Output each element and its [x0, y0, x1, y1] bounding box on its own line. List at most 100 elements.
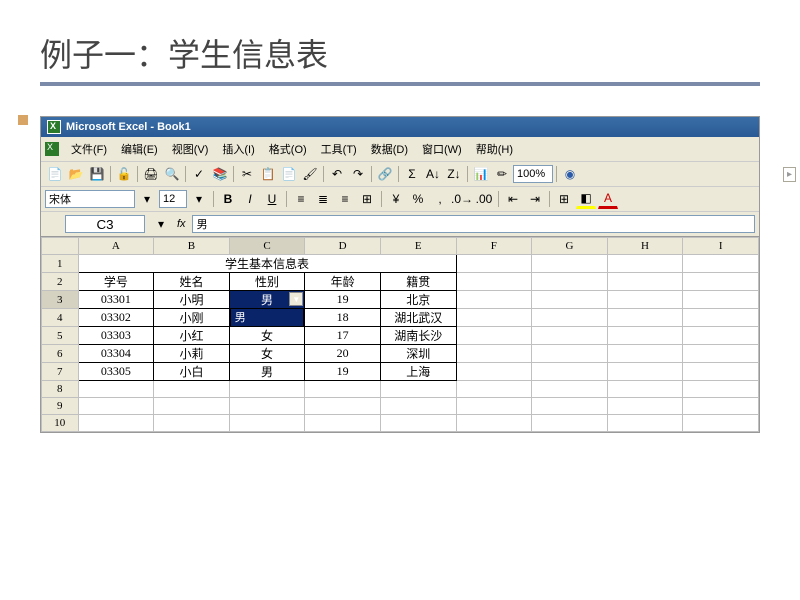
header-id[interactable]: 学号: [78, 273, 154, 291]
cell[interactable]: [154, 398, 230, 415]
cell-a3[interactable]: 03301: [78, 291, 154, 309]
col-header-a[interactable]: A: [78, 238, 154, 255]
fill-color-button[interactable]: ◧: [576, 189, 596, 209]
cell[interactable]: [532, 415, 608, 432]
cell[interactable]: [607, 255, 683, 273]
cell[interactable]: [532, 291, 608, 309]
increase-decimal-button[interactable]: .0→: [452, 189, 472, 209]
print-button[interactable]: 🖨: [141, 164, 161, 184]
zoom-input[interactable]: [513, 165, 553, 183]
menu-insert[interactable]: 插入(I): [216, 139, 260, 159]
cell-b5[interactable]: 小红: [154, 327, 230, 345]
format-painter-button[interactable]: 🖌: [300, 164, 320, 184]
cell[interactable]: [380, 381, 456, 398]
cell[interactable]: [607, 327, 683, 345]
permission-button[interactable]: 🔓: [114, 164, 134, 184]
cell[interactable]: [683, 345, 759, 363]
col-header-e[interactable]: E: [380, 238, 456, 255]
cell[interactable]: [683, 255, 759, 273]
currency-button[interactable]: ¥: [386, 189, 406, 209]
cell[interactable]: [456, 291, 532, 309]
cell[interactable]: [305, 381, 381, 398]
autosum-button[interactable]: Σ: [402, 164, 422, 184]
col-header-b[interactable]: B: [154, 238, 230, 255]
cell-c3-selected[interactable]: 男 ▼: [229, 291, 305, 309]
cell[interactable]: [683, 291, 759, 309]
cell-c6[interactable]: 女: [229, 345, 305, 363]
font-size-dropdown-icon[interactable]: ▾: [189, 189, 209, 209]
cell-d3[interactable]: 19: [305, 291, 381, 309]
research-button[interactable]: 📚: [210, 164, 230, 184]
align-right-button[interactable]: ≡: [335, 189, 355, 209]
chart-button[interactable]: 📊: [471, 164, 491, 184]
font-name-input[interactable]: [45, 190, 135, 208]
cell[interactable]: [154, 415, 230, 432]
menu-format[interactable]: 格式(O): [263, 139, 313, 159]
cut-button[interactable]: ✂: [237, 164, 257, 184]
cell[interactable]: [305, 398, 381, 415]
row-header-7[interactable]: 7: [42, 363, 79, 381]
cell[interactable]: [607, 345, 683, 363]
cell[interactable]: [456, 273, 532, 291]
cell[interactable]: [456, 327, 532, 345]
cell[interactable]: [532, 309, 608, 327]
header-origin[interactable]: 籍贯: [380, 273, 456, 291]
validation-dropdown-arrow-icon[interactable]: ▼: [289, 292, 303, 306]
cell[interactable]: [607, 309, 683, 327]
cell[interactable]: [229, 398, 305, 415]
table-title-cell[interactable]: 学生基本信息表: [78, 255, 456, 273]
undo-button[interactable]: ↶: [327, 164, 347, 184]
cell-e4[interactable]: 湖北武汉: [380, 309, 456, 327]
cell[interactable]: [532, 398, 608, 415]
dropdown-option-male[interactable]: 男: [231, 309, 304, 325]
cell[interactable]: [456, 381, 532, 398]
cell-d4[interactable]: 18: [305, 309, 381, 327]
save-button[interactable]: 💾: [87, 164, 107, 184]
hyperlink-button[interactable]: 🔗: [375, 164, 395, 184]
cell-a7[interactable]: 03305: [78, 363, 154, 381]
menu-window[interactable]: 窗口(W): [416, 139, 468, 159]
cell[interactable]: [607, 398, 683, 415]
cell[interactable]: [456, 255, 532, 273]
open-button[interactable]: 📂: [66, 164, 86, 184]
menu-help[interactable]: 帮助(H): [470, 139, 519, 159]
cell-e5[interactable]: 湖南长沙: [380, 327, 456, 345]
redo-button[interactable]: ↷: [348, 164, 368, 184]
cell[interactable]: [683, 273, 759, 291]
menu-view[interactable]: 视图(V): [166, 139, 215, 159]
cell[interactable]: [456, 415, 532, 432]
sort-desc-button[interactable]: Z↓: [444, 164, 464, 184]
cell-b3[interactable]: 小明: [154, 291, 230, 309]
cell-c7[interactable]: 男: [229, 363, 305, 381]
comma-button[interactable]: ,: [430, 189, 450, 209]
cell-a6[interactable]: 03304: [78, 345, 154, 363]
cell-b4[interactable]: 小刚: [154, 309, 230, 327]
cell[interactable]: [78, 398, 154, 415]
font-size-input[interactable]: [159, 190, 187, 208]
cell[interactable]: [683, 398, 759, 415]
cell[interactable]: [456, 309, 532, 327]
cell[interactable]: [683, 363, 759, 381]
cell-e3[interactable]: 北京: [380, 291, 456, 309]
font-color-button[interactable]: A: [598, 189, 618, 209]
cell-a4[interactable]: 03302: [78, 309, 154, 327]
cell[interactable]: [683, 415, 759, 432]
row-header-2[interactable]: 2: [42, 273, 79, 291]
cell[interactable]: [229, 381, 305, 398]
row-header-5[interactable]: 5: [42, 327, 79, 345]
col-header-g[interactable]: G: [532, 238, 608, 255]
cell[interactable]: [456, 398, 532, 415]
control-menu-icon[interactable]: [45, 142, 59, 156]
cell[interactable]: [532, 381, 608, 398]
cell[interactable]: [154, 381, 230, 398]
col-header-d[interactable]: D: [305, 238, 381, 255]
cell-b6[interactable]: 小莉: [154, 345, 230, 363]
merge-center-button[interactable]: ⊞: [357, 189, 377, 209]
col-header-h[interactable]: H: [607, 238, 683, 255]
cell-d7[interactable]: 19: [305, 363, 381, 381]
col-header-i[interactable]: I: [683, 238, 759, 255]
validation-dropdown-list[interactable]: 男 女: [230, 309, 305, 327]
dropdown-option-female[interactable]: 女: [231, 325, 304, 327]
row-header-10[interactable]: 10: [42, 415, 79, 432]
borders-button[interactable]: ⊞: [554, 189, 574, 209]
